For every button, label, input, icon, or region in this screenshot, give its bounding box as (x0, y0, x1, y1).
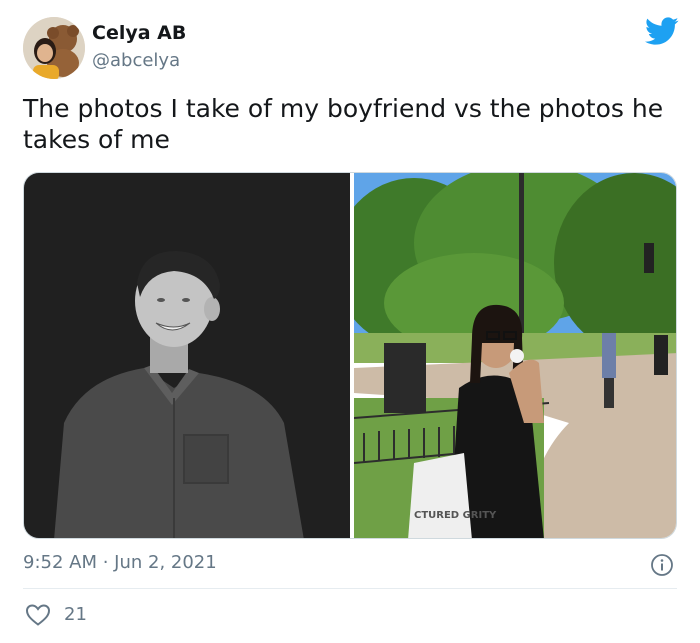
divider (23, 588, 677, 589)
tweet-card: Celya AB @abcelya The photos I take of m… (0, 0, 700, 643)
user-handle[interactable]: @abcelya (92, 50, 180, 71)
heart-outline-icon[interactable] (25, 603, 51, 627)
avatar[interactable] (23, 17, 85, 79)
tweet-text: The photos I take of my boyfriend vs the… (23, 94, 664, 154)
tote-bag-text: CTURED GRITY (414, 510, 497, 521)
boyfriend-photo[interactable] (24, 173, 350, 538)
info-icon[interactable] (650, 553, 674, 577)
photo-grid: CTURED GRITY (23, 172, 677, 539)
like-count[interactable]: 21 (64, 604, 87, 625)
twitter-bird-icon[interactable] (645, 17, 679, 47)
display-name[interactable]: Celya AB (92, 22, 186, 44)
girlfriend-photo[interactable]: CTURED GRITY (354, 173, 676, 538)
tweet-timestamp[interactable]: 9:52 AM · Jun 2, 2021 (23, 552, 217, 573)
